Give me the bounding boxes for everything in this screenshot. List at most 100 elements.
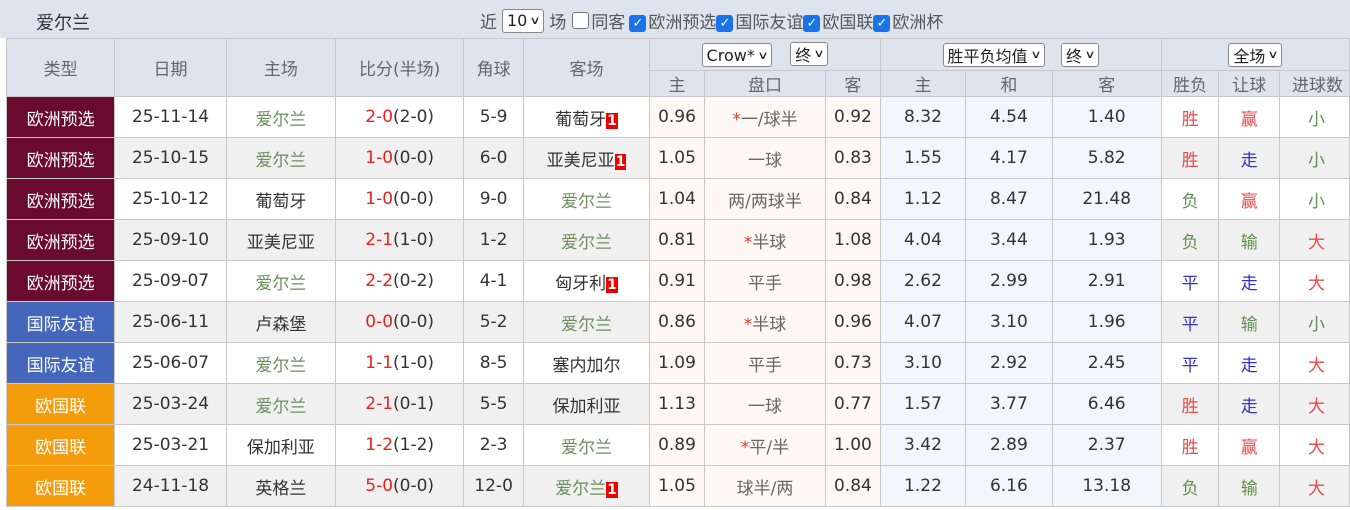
- corners: 9-0: [463, 178, 524, 220]
- result: 平: [1160, 260, 1220, 302]
- ah-line: 平手: [703, 342, 827, 384]
- match-type[interactable]: 欧国联: [5, 424, 116, 466]
- half-time-score: (0-2): [393, 271, 435, 291]
- match-type[interactable]: 欧洲预选: [5, 260, 116, 302]
- handicap-result: 赢: [1218, 178, 1280, 220]
- table-row[interactable]: 欧洲预选 25-11-14 爱尔兰 2-0(2-0) 5-9 葡萄牙1 0.96…: [5, 96, 1350, 138]
- score[interactable]: 1-2(1-2): [335, 424, 465, 466]
- result: 胜: [1160, 96, 1220, 138]
- score[interactable]: 2-1(1-0): [335, 219, 465, 261]
- full-time-score: 2-2: [365, 271, 394, 291]
- league-checkbox[interactable]: ✓: [803, 14, 821, 32]
- home-team[interactable]: 英格兰: [225, 465, 337, 507]
- league-checkbox[interactable]: ✓: [873, 14, 891, 32]
- match-type[interactable]: 国际友谊: [5, 301, 116, 343]
- col-eu-home: 主: [879, 70, 967, 97]
- home-team[interactable]: 亚美尼亚: [225, 219, 337, 261]
- score[interactable]: 5-0(0-0): [335, 465, 465, 507]
- away-cell[interactable]: 葡萄牙1: [522, 96, 651, 138]
- table-row[interactable]: 欧洲预选 25-09-07 爱尔兰 2-2(0-2) 4-1 匈牙利1 0.91…: [5, 260, 1350, 302]
- home-team[interactable]: 葡萄牙: [225, 178, 337, 220]
- away-cell[interactable]: 爱尔兰: [522, 219, 651, 261]
- ah-away-odds: 1.00: [825, 424, 881, 466]
- col-date: 日期: [114, 38, 227, 97]
- table-row[interactable]: 欧洲预选 25-09-10 亚美尼亚 2-1(1-0) 1-2 爱尔兰 0.81…: [5, 219, 1350, 261]
- result: 胜: [1160, 424, 1220, 466]
- match-count-select[interactable]: 10 ∨: [502, 8, 545, 33]
- score[interactable]: 1-0(0-0): [335, 137, 465, 179]
- handicap-result: 走: [1218, 260, 1280, 302]
- eu-home-odds: 1.55: [879, 137, 967, 179]
- half-time-score: (1-0): [393, 230, 435, 250]
- home-team[interactable]: 卢森堡: [225, 301, 337, 343]
- odds-stage-select[interactable]: 终 ∨: [790, 41, 829, 66]
- score[interactable]: 2-2(0-2): [335, 260, 465, 302]
- chevron-down-icon: ∨: [1029, 48, 1042, 61]
- away-cell[interactable]: 爱尔兰1: [522, 465, 651, 507]
- result: 平: [1160, 342, 1220, 384]
- goals-result: 大: [1279, 342, 1350, 384]
- table-row[interactable]: 国际友谊 25-06-07 爱尔兰 1-1(1-0) 8-5 塞内加尔 1.09…: [5, 342, 1350, 384]
- period-select[interactable]: 全场 ∨: [1228, 42, 1283, 67]
- away-cell[interactable]: 爱尔兰: [522, 301, 651, 343]
- eu-draw-odds: 8.47: [965, 178, 1053, 220]
- away-team: 保加利亚: [552, 396, 621, 417]
- eu-home-odds: 3.42: [879, 424, 967, 466]
- col-ah-home: 主: [649, 70, 705, 97]
- half-time-score: (0-0): [393, 312, 435, 332]
- eu-home-odds: 8.32: [879, 96, 967, 138]
- match-date: 25-09-10: [114, 219, 227, 261]
- match-type[interactable]: 欧洲预选: [5, 96, 116, 138]
- score[interactable]: 1-0(0-0): [335, 178, 465, 220]
- col-score: 比分(半场): [335, 38, 465, 97]
- ah-home-odds: 1.04: [649, 178, 705, 220]
- ah-line: 一球: [703, 137, 827, 179]
- table-row[interactable]: 欧洲预选 25-10-12 葡萄牙 1-0(0-0) 9-0 爱尔兰 1.04 …: [5, 178, 1350, 220]
- home-team[interactable]: 爱尔兰: [225, 137, 337, 179]
- euro-mode-select[interactable]: 胜平负均值 ∨: [942, 42, 1045, 67]
- home-team[interactable]: 爱尔兰: [225, 383, 337, 425]
- eu-home-odds: 4.04: [879, 219, 967, 261]
- score[interactable]: 2-1(0-1): [335, 383, 465, 425]
- match-type[interactable]: 欧洲预选: [5, 178, 116, 220]
- table-row[interactable]: 欧国联 24-11-18 英格兰 5-0(0-0) 12-0 爱尔兰1 1.05…: [5, 465, 1350, 507]
- same-venue-checkbox[interactable]: [572, 12, 590, 29]
- home-team[interactable]: 爱尔兰: [225, 96, 337, 138]
- score[interactable]: 0-0(0-0): [335, 301, 465, 343]
- match-type[interactable]: 欧洲预选: [5, 219, 116, 261]
- away-cell[interactable]: 匈牙利1: [522, 260, 651, 302]
- eu-home-odds: 4.07: [879, 301, 967, 343]
- match-type[interactable]: 欧洲预选: [5, 137, 116, 179]
- league-label: 欧洲杯: [892, 13, 944, 33]
- table-row[interactable]: 国际友谊 25-06-11 卢森堡 0-0(0-0) 5-2 爱尔兰 0.86 …: [5, 301, 1350, 343]
- away-team: 爱尔兰: [555, 478, 607, 499]
- home-team[interactable]: 爱尔兰: [225, 260, 337, 302]
- handicap-result: 走: [1218, 137, 1280, 179]
- away-cell[interactable]: 塞内加尔: [522, 342, 651, 384]
- goals-result: 小: [1279, 137, 1350, 179]
- company-select[interactable]: Crow* ∨: [701, 43, 772, 68]
- away-cell[interactable]: 爱尔兰: [522, 178, 651, 220]
- table-row[interactable]: 欧国联 25-03-24 爱尔兰 2-1(0-1) 5-5 保加利亚 1.13 …: [5, 383, 1350, 425]
- away-cell[interactable]: 亚美尼亚1: [522, 137, 651, 179]
- home-team[interactable]: 保加利亚: [225, 424, 337, 466]
- league-checkbox[interactable]: ✓: [716, 14, 734, 32]
- match-type[interactable]: 欧国联: [5, 383, 116, 425]
- away-cell[interactable]: 保加利亚: [522, 383, 651, 425]
- goals-result: 小: [1279, 301, 1350, 343]
- league-label: 欧国联: [822, 13, 874, 33]
- table-row[interactable]: 欧国联 25-03-21 保加利亚 1-2(1-2) 2-3 爱尔兰 0.89 …: [5, 424, 1350, 466]
- col-type: 类型: [5, 38, 116, 97]
- table-row[interactable]: 欧洲预选 25-10-15 爱尔兰 1-0(0-0) 6-0 亚美尼亚1 1.0…: [5, 137, 1350, 179]
- ah-line: 两/两球半: [703, 178, 827, 220]
- league-checkbox[interactable]: ✓: [629, 14, 647, 32]
- home-team[interactable]: 爱尔兰: [225, 342, 337, 384]
- score[interactable]: 2-0(2-0): [335, 96, 465, 138]
- away-cell[interactable]: 爱尔兰: [522, 424, 651, 466]
- chevron-down-icon: ∨: [529, 14, 542, 27]
- match-type[interactable]: 欧国联: [5, 465, 116, 507]
- match-type[interactable]: 国际友谊: [5, 342, 116, 384]
- score[interactable]: 1-1(1-0): [335, 342, 465, 384]
- euro-stage-select[interactable]: 终 ∨: [1061, 42, 1100, 67]
- result: 负: [1160, 465, 1220, 507]
